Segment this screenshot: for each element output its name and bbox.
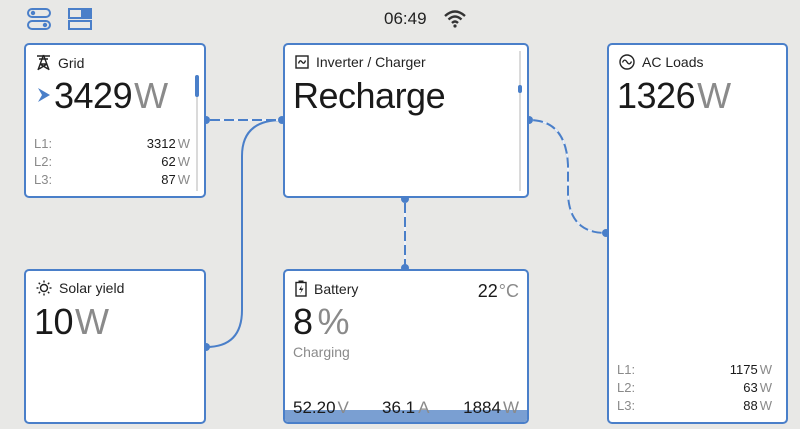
flow-arrow-icon <box>38 88 50 102</box>
grid-power-value: 3429 <box>54 75 133 116</box>
battery-soc-unit: % <box>317 301 350 342</box>
ac-loads-phase-l1: L1: 1175 W <box>617 362 772 380</box>
ac-loads-title: AC Loads <box>642 54 704 70</box>
phase-label: L1: <box>617 362 636 377</box>
phase-unit: W <box>759 380 772 395</box>
battery-temperature: 22°C <box>478 281 519 302</box>
ac-loads-power-unit: W <box>697 75 731 116</box>
ac-loads-phase-l3: L3: 88 W <box>617 398 772 416</box>
inverter-state: Recharge <box>293 75 446 116</box>
battery-header: Battery <box>295 280 358 297</box>
battery-current-unit: A <box>418 398 430 417</box>
phase-unit: W <box>759 362 772 377</box>
grid-phase-l2: L2: 62 W <box>34 154 190 172</box>
phase-label: L3: <box>34 172 53 187</box>
phase-value: 62 <box>161 154 176 169</box>
phase-value: 1175 <box>729 362 758 377</box>
sun-icon <box>36 280 52 296</box>
phase-unit: W <box>177 172 190 187</box>
grid-phase-l3: L3: 87 W <box>34 172 190 190</box>
power-pylon-icon <box>37 54 50 71</box>
solar-power-value: 10 <box>34 301 74 342</box>
solar-inverter-line <box>205 119 283 348</box>
phase-value: 87 <box>161 172 176 187</box>
battery-current-value: 36.1 <box>382 398 416 417</box>
battery-voltage-value: 52.20 <box>293 398 336 417</box>
battery-current: 36.1 A <box>382 398 429 418</box>
ac-loads-card[interactable]: AC Loads 1326W L1: 1175 W L2: 63 W L3: 88 W <box>607 43 788 424</box>
phase-label: L2: <box>617 380 636 395</box>
battery-soc: 8% <box>293 301 350 343</box>
battery-power-value: 1884 <box>463 398 501 417</box>
grid-phase-l1: L1: 3312 W <box>34 136 190 154</box>
phase-label: L2: <box>34 154 53 169</box>
battery-voltage-unit: V <box>337 398 349 417</box>
inverter-icon <box>295 55 309 69</box>
grid-scroll-thumb[interactable] <box>195 75 199 97</box>
solar-card[interactable]: Solar yield 10W <box>24 269 206 424</box>
battery-power-unit: W <box>502 398 519 417</box>
battery-title: Battery <box>314 280 359 297</box>
battery-soc-value: 8 <box>293 301 313 342</box>
battery-temperature-value: 22 <box>477 281 498 301</box>
grid-title: Grid <box>58 54 85 71</box>
solar-power-unit: W <box>75 301 109 342</box>
phase-unit: W <box>177 136 190 151</box>
inverter-header: Inverter / Charger <box>295 54 426 70</box>
inverter-card[interactable]: Inverter / Charger Recharge <box>283 43 529 198</box>
ac-loads-power: 1326W <box>617 75 731 117</box>
solar-power: 10W <box>34 301 109 343</box>
phase-unit: W <box>759 398 772 413</box>
inverter-scroll-thumb[interactable] <box>518 85 522 93</box>
battery-voltage: 52.20 V <box>293 398 349 418</box>
battery-power: 1884 W <box>463 398 519 418</box>
battery-status: Charging <box>293 344 350 360</box>
phase-label: L1: <box>34 136 53 151</box>
inverter-title: Inverter / Charger <box>316 54 426 70</box>
grid-header: Grid <box>36 54 84 71</box>
phase-value: 3312 <box>146 136 176 151</box>
grid-power-unit: W <box>134 75 168 116</box>
grid-power: 3429W <box>54 75 168 117</box>
solar-header: Solar yield <box>36 280 124 296</box>
phase-unit: W <box>177 154 190 169</box>
ac-loads-power-value: 1326 <box>617 75 696 116</box>
ac-loads-header: AC Loads <box>619 54 703 70</box>
phase-label: L3: <box>617 398 636 413</box>
battery-card[interactable]: Battery 22°C 8% Charging 52.20 V 36.1 A 18… <box>283 269 529 424</box>
grid-card[interactable]: Grid 3429W L1: 3312 W L2: 62 W L3: 87 W <box>24 43 206 198</box>
ac-loads-phase-l2: L2: 63 W <box>617 380 772 398</box>
phase-value: 88 <box>743 398 758 413</box>
phase-value: 63 <box>743 380 758 395</box>
inverter-acloads-line <box>528 119 607 234</box>
battery-temperature-unit: °C <box>498 281 519 301</box>
battery-charging-icon <box>295 280 307 297</box>
sine-wave-icon <box>619 54 635 70</box>
solar-title: Solar yield <box>59 280 125 296</box>
inverter-scroll-track[interactable] <box>519 51 521 191</box>
